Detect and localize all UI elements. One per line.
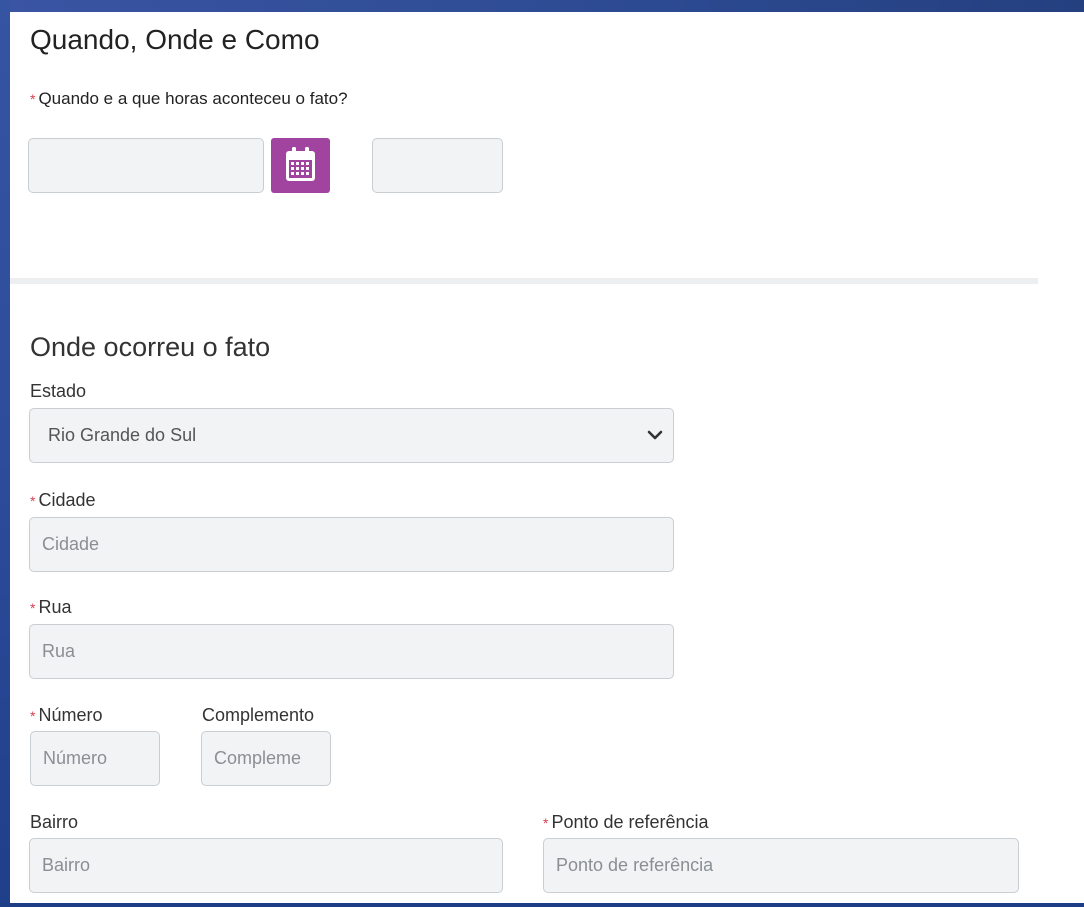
required-mark: *: [30, 708, 36, 724]
ponto-referencia-label-text: Ponto de referência: [551, 812, 709, 832]
bairro-label: Bairro: [30, 812, 79, 832]
section-title-where: Onde ocorreu o fato: [30, 332, 271, 362]
required-mark: *: [30, 600, 36, 616]
cidade-input[interactable]: [29, 517, 674, 572]
section-divider: [10, 278, 1038, 284]
required-mark: *: [30, 91, 36, 107]
estado-selected-value: Rio Grande do Sul: [48, 425, 197, 445]
required-mark: *: [543, 815, 549, 831]
window-frame-top: [0, 0, 1084, 12]
calendar-button[interactable]: [271, 138, 330, 193]
rua-input[interactable]: [29, 624, 674, 679]
calendar-icon: [286, 147, 315, 181]
when-question-text: Quando e a que horas aconteceu o fato?: [38, 89, 348, 108]
cidade-label: * Cidade: [30, 490, 96, 511]
date-input[interactable]: [28, 138, 264, 193]
rua-label: * Rua: [30, 597, 71, 618]
estado-label: Estado: [30, 381, 87, 401]
bairro-input[interactable]: [29, 838, 503, 893]
ponto-referencia-label: * Ponto de referência: [543, 812, 709, 833]
cidade-label-text: Cidade: [38, 490, 96, 510]
ponto-referencia-input[interactable]: [543, 838, 1019, 893]
chevron-down-icon: [647, 430, 663, 440]
complemento-label: Complemento: [202, 705, 315, 725]
page-title: Quando, Onde e Como: [30, 24, 320, 55]
required-mark: *: [30, 493, 36, 509]
window-frame-bottom: [0, 903, 1084, 907]
numero-label-text: Número: [38, 705, 103, 725]
when-question-label: * Quando e a que horas aconteceu o fato?: [30, 89, 348, 109]
complemento-input[interactable]: [201, 731, 331, 786]
numero-input[interactable]: [30, 731, 160, 786]
time-input[interactable]: [372, 138, 503, 193]
rua-label-text: Rua: [38, 597, 72, 617]
numero-label: * Número: [30, 705, 102, 726]
window-frame-left: [0, 0, 10, 907]
estado-select[interactable]: Rio Grande do Sul: [29, 408, 674, 463]
